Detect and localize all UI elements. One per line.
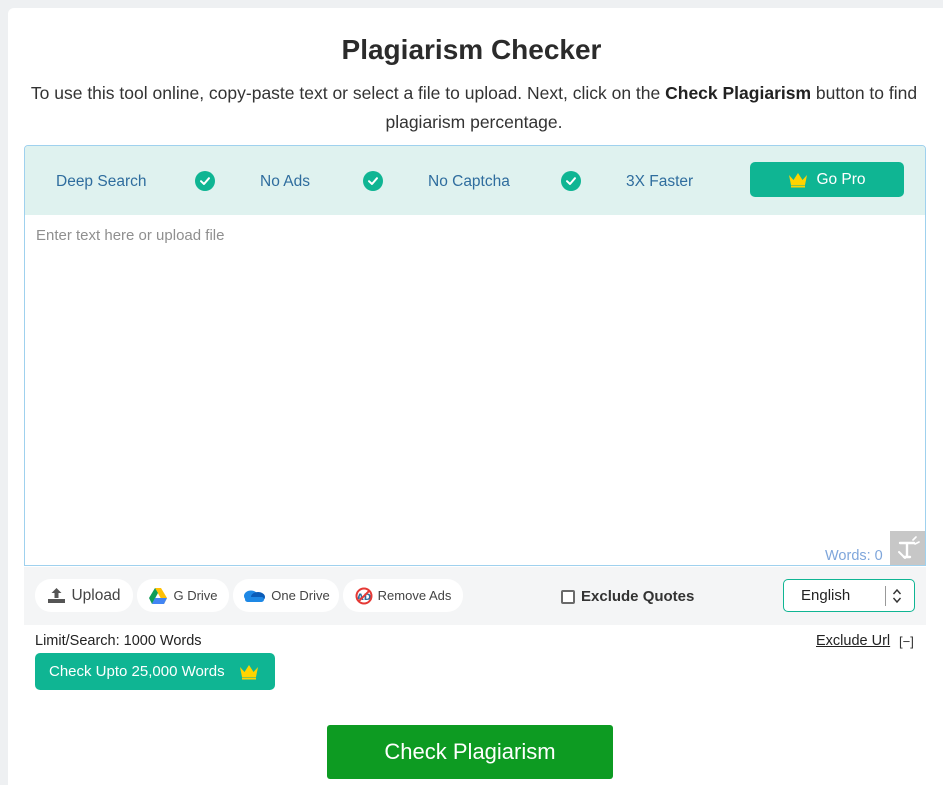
remove-ads-label: Remove Ads <box>377 588 452 603</box>
word-counter: Words: 0 <box>825 548 883 564</box>
upload-button[interactable]: Upload <box>35 579 133 612</box>
check-circle-icon <box>561 171 581 191</box>
onedrive-icon <box>244 590 266 602</box>
check-plagiarism-button[interactable]: Check Plagiarism <box>327 725 613 779</box>
exclude-url-link[interactable]: Exclude Url <box>816 633 890 649</box>
feature-deep-search: Deep Search <box>56 173 147 190</box>
check-circle-icon <box>363 171 383 191</box>
text-format-icon[interactable] <box>890 531 925 565</box>
page-title: Plagiarism Checker <box>341 34 602 65</box>
exclude-quotes-checkbox[interactable] <box>561 589 575 604</box>
feature-no-ads: No Ads <box>260 173 310 190</box>
word-count-value: 0 <box>874 548 883 564</box>
exclude-quotes-toggle[interactable]: Exclude Quotes <box>561 588 694 605</box>
page-intro: To use this tool online, copy-paste text… <box>30 83 918 132</box>
crown-icon <box>239 664 258 679</box>
google-drive-icon <box>149 587 168 604</box>
go-pro-button[interactable]: Go Pro <box>750 162 904 197</box>
feature-3x-faster: 3X Faster <box>626 173 694 190</box>
limit-text: Limit/Search: 1000 Words <box>35 633 202 649</box>
editor-toolbar: Upload G Drive One Drive AD Remove Ads E… <box>24 567 926 625</box>
check-circle-icon <box>195 171 215 191</box>
upgrade-words-button[interactable]: Check Upto 25,000 Words <box>35 653 275 690</box>
gdrive-label: G Drive <box>173 588 218 603</box>
exclude-quotes-label: Exclude Quotes <box>581 588 695 605</box>
collapse-toggle[interactable]: [−] <box>899 634 914 649</box>
select-arrows-icon <box>885 586 902 606</box>
editor-panel: Deep Search No Ads No Captcha 3X Faster … <box>24 145 926 566</box>
go-pro-label: Go Pro <box>816 170 866 188</box>
language-select[interactable]: English <box>783 579 915 612</box>
no-ads-icon: AD <box>355 587 373 604</box>
language-selected: English <box>801 587 851 604</box>
upgrade-words-label: Check Upto 25,000 Words <box>49 663 225 680</box>
onedrive-label: One Drive <box>271 588 330 603</box>
gdrive-button[interactable]: G Drive <box>137 579 229 612</box>
crown-icon <box>789 172 808 187</box>
upload-icon <box>48 588 66 603</box>
onedrive-button[interactable]: One Drive <box>233 579 339 612</box>
intro-bold: Check Plagiarism <box>665 83 812 103</box>
remove-ads-button[interactable]: AD Remove Ads <box>343 579 463 612</box>
text-input[interactable] <box>25 215 925 565</box>
upload-label: Upload <box>71 586 121 604</box>
feature-bar: Deep Search No Ads No Captcha 3X Faster … <box>25 146 925 215</box>
feature-no-captcha: No Captcha <box>428 173 510 190</box>
